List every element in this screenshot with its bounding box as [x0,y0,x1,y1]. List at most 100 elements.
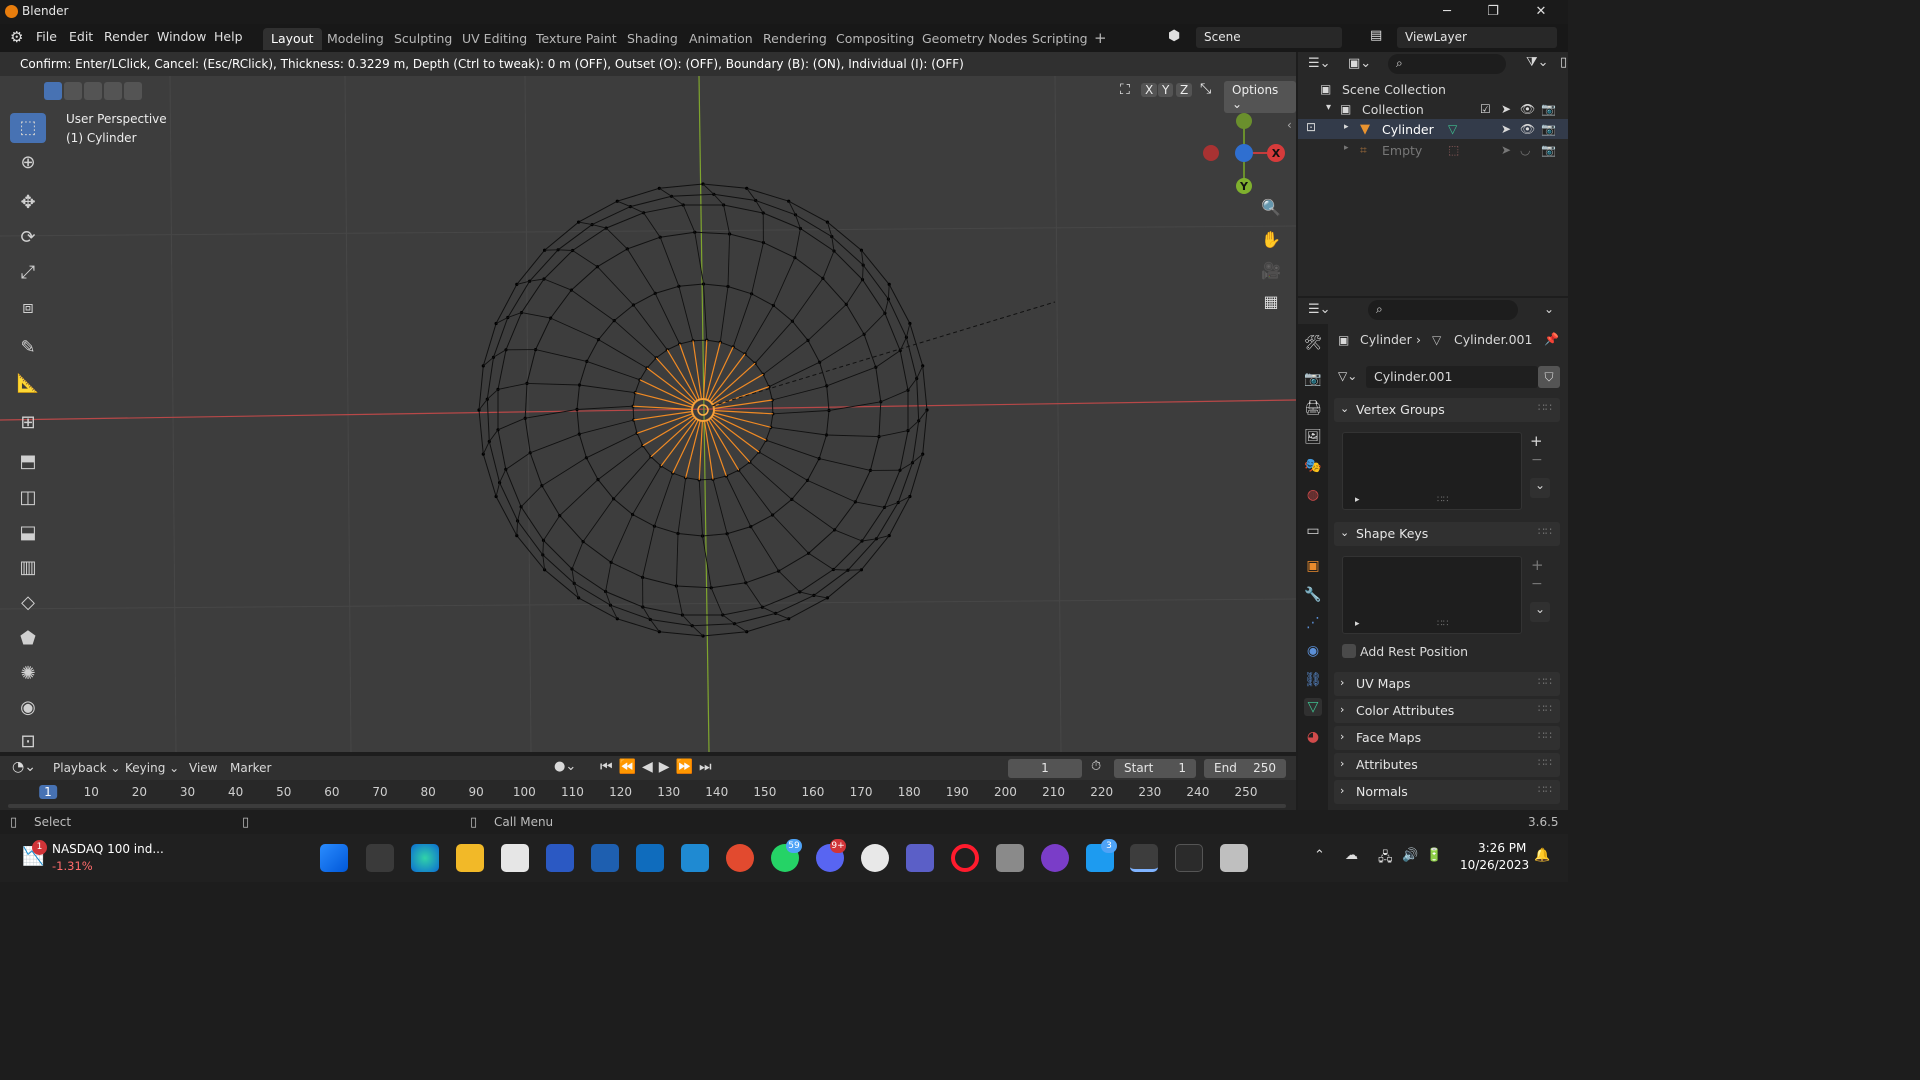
drag-handle-icon[interactable]: ∷∷ [1538,525,1552,538]
transform-gizmo-icon[interactable]: ⛶ [1120,82,1130,98]
snap-icon[interactable]: ⤡ [1200,81,1211,97]
outlook-icon[interactable] [636,844,664,872]
expand-arrow-icon[interactable]: ▾ [1326,102,1331,113]
add-rest-position-checkbox[interactable] [1342,644,1356,658]
github-desktop-icon[interactable] [1041,844,1069,872]
end-frame-field[interactable]: End 250 [1204,759,1286,778]
clock-time[interactable]: 3:26 PM [1478,841,1526,855]
render-tab-icon[interactable]: 📷 [1304,370,1322,388]
blender-menu-icon[interactable]: ⚙ [10,28,23,46]
spin-tool-icon[interactable]: ✺ [10,659,46,689]
minimize-button[interactable]: ─ [1432,2,1462,22]
unity-icon[interactable] [996,844,1024,872]
outliner-row-scene-collection[interactable]: ▣ Scene Collection [1298,79,1568,99]
modifier-tab-icon[interactable]: 🔧 [1304,586,1322,604]
breadcrumb-object[interactable]: Cylinder [1360,332,1412,347]
move-tool-icon[interactable]: ✥ [10,188,46,218]
poly-build-tool-icon[interactable]: ⬟ [10,624,46,654]
mirror-z-toggle[interactable]: Z [1176,83,1193,97]
edge-browser-icon[interactable] [411,844,439,872]
menu-help[interactable]: Help [214,29,243,44]
material-tab-icon[interactable]: ◕ [1304,728,1322,746]
network-icon[interactable]: 🖧 [1378,848,1393,870]
tab-layout[interactable]: Layout [263,28,322,50]
tab-animation[interactable]: Animation [681,28,761,50]
wordpress-icon[interactable] [861,844,889,872]
pin-icon[interactable]: 📌 [1544,332,1559,346]
output-tab-icon[interactable]: 🖨 [1304,399,1322,417]
navigation-gizmo[interactable]: X Y [1196,106,1292,202]
volume-icon[interactable]: 🔊 [1402,848,1418,863]
select-box-tool-icon[interactable]: ⬚ [10,113,46,143]
keying-menu[interactable]: Keying ⌄ [125,761,179,775]
vertex-group-specials-icon[interactable]: ⌄ [1530,478,1550,498]
view-layer-icon[interactable]: ▤ [1370,28,1382,43]
tab-uv-editing[interactable]: UV Editing [454,28,535,50]
ea-app-icon[interactable] [726,844,754,872]
timeline-scrollbar[interactable] [8,804,1286,808]
select-arrow-icon[interactable]: ➤ [1501,122,1511,136]
expand-arrow-icon[interactable]: ▸ [1344,122,1349,132]
inset-tool-icon[interactable]: ◫ [10,483,46,513]
zoom-icon[interactable]: 🔍 [1256,194,1286,222]
select-arrow-icon[interactable]: ➤ [1501,143,1511,157]
view-layer-tab-icon[interactable]: 🖼 [1304,428,1322,446]
mirror-x-toggle[interactable]: X [1141,83,1158,97]
empty-data-icon[interactable]: ⬚ [1448,143,1459,157]
select-new-icon[interactable] [44,82,62,100]
battery-icon[interactable]: 🔋 [1426,848,1442,863]
expand-arrow-icon[interactable]: ▸ [1344,143,1349,153]
add-cube-tool-icon[interactable]: ⊞ [10,408,46,438]
tab-compositing[interactable]: Compositing [828,28,922,50]
onedrive-icon[interactable]: ☁ [1345,848,1358,863]
expand-list-icon[interactable]: ▸ [1355,495,1360,505]
maximize-button[interactable]: ❐ [1478,2,1508,22]
stock-name[interactable]: NASDAQ 100 ind... [52,842,164,856]
tab-scripting[interactable]: Scripting [1024,28,1096,50]
scene-field[interactable]: Scene [1196,27,1342,48]
smooth-tool-icon[interactable]: ◉ [10,693,46,723]
select-subtract-icon[interactable] [84,82,102,100]
tab-modeling[interactable]: Modeling [319,28,392,50]
opera-icon[interactable] [951,844,979,872]
expand-list-icon[interactable]: ▸ [1355,619,1360,629]
new-collection-icon[interactable]: ▯ [1560,55,1567,70]
shear-tool-icon[interactable]: ⊡ [10,727,46,757]
transform-tool-icon[interactable]: ⧈ [10,293,46,323]
shape-keys-list[interactable]: ▸ ∷∷ [1342,556,1522,634]
tab-texture-paint[interactable]: Texture Paint [528,28,625,50]
snipping-tool-icon[interactable] [1220,844,1248,872]
editor-type-icon[interactable]: ◔⌄ [12,759,36,775]
mesh-data-tab-icon[interactable]: ▽ [1304,698,1322,716]
drag-handle-icon[interactable]: ∷∷ [1538,401,1552,414]
select-arrow-icon[interactable]: ➤ [1501,102,1511,116]
pan-hand-icon[interactable]: ✋ [1256,226,1286,254]
task-view-icon[interactable] [366,844,394,872]
select-invert-icon[interactable] [104,82,122,100]
annotate-tool-icon[interactable]: ✎ [10,333,46,363]
rotate-tool-icon[interactable]: ⟳ [10,223,46,253]
start-frame-field[interactable]: Start 1 [1114,759,1196,778]
normals-header[interactable]: › Normals ∷∷ [1334,780,1560,804]
microsoft-store-icon[interactable] [501,844,529,872]
physics-tab-icon[interactable]: ◉ [1304,642,1322,660]
tool-tab-icon[interactable]: 🛠 [1304,334,1322,352]
extrude-tool-icon[interactable]: ⬒ [10,447,46,477]
particles-tab-icon[interactable]: ⋰ [1304,614,1322,632]
menu-render[interactable]: Render [104,29,149,44]
perspective-toggle-icon[interactable]: ▦ [1256,288,1286,316]
attributes-header[interactable]: › Attributes ∷∷ [1334,753,1560,777]
playback-controls[interactable]: ⏮⏪◀▶⏩⏭ [600,759,718,775]
visibility-eye-icon[interactable]: 👁 [1520,122,1535,136]
properties-search-input[interactable]: ⌕ [1368,300,1518,320]
remove-vertex-group-button[interactable]: − [1531,452,1543,468]
face-maps-header[interactable]: › Face Maps ∷∷ [1334,726,1560,750]
file-explorer-icon[interactable] [456,844,484,872]
mirror-y-toggle[interactable]: Y [1158,83,1174,97]
tray-overflow-icon[interactable]: ⌃ [1314,848,1325,863]
outliner-side-icon[interactable]: ⊡ [1306,120,1316,134]
cursor-tool-icon[interactable]: ⊕ [10,148,46,178]
drag-handle-icon[interactable]: ∷∷ [1538,729,1552,742]
collection-tab-icon[interactable]: ▭ [1304,522,1322,540]
outliner-search-input[interactable]: ⌕ [1388,54,1506,74]
